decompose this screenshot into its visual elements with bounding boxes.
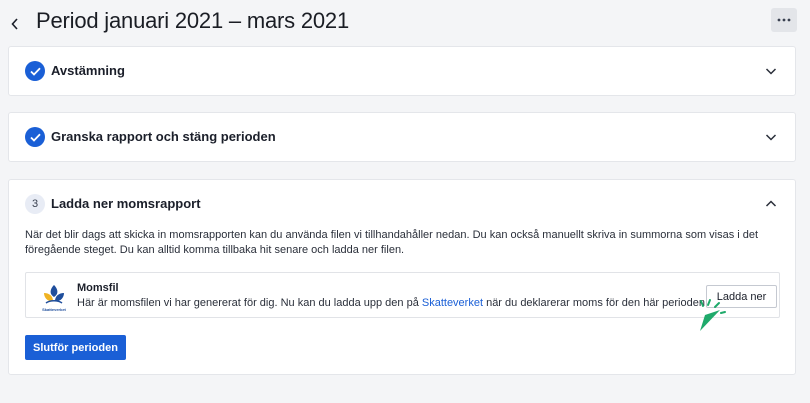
- chevron-up-icon[interactable]: [765, 199, 777, 209]
- chevron-down-icon[interactable]: [765, 132, 777, 142]
- step-header-avstamning[interactable]: Avstämning: [9, 47, 795, 95]
- page-title: Period januari 2021 – mars 2021: [36, 8, 350, 33]
- check-icon: [25, 61, 45, 81]
- file-row: Skatteverket Momsfil Här är momsfilen vi…: [25, 272, 780, 331]
- more-horizontal-icon: [777, 18, 791, 22]
- back-button[interactable]: [8, 14, 22, 34]
- file-description-end: när du deklarerar moms för den här perio…: [483, 297, 709, 309]
- step-header-granska[interactable]: Granska rapport och stäng perioden: [9, 113, 795, 161]
- step-number-badge: 3: [25, 194, 45, 214]
- download-button[interactable]: Ladda ner: [706, 285, 777, 308]
- page-header: Period januari 2021 – mars 2021: [0, 0, 810, 46]
- more-options-button[interactable]: [771, 8, 797, 32]
- step-card-granska: Granska rapport och stäng perioden: [8, 112, 796, 162]
- step-title: Granska rapport och stäng perioden: [51, 129, 276, 144]
- step-header-ladda-ner[interactable]: 3 Ladda ner momsrapport: [9, 180, 795, 228]
- skatteverket-logo: [44, 285, 64, 304]
- step-card-ladda-ner: 3 Ladda ner momsrapport När det blir dag…: [8, 179, 796, 375]
- chevron-down-icon[interactable]: [765, 66, 777, 76]
- chevron-left-icon: [11, 18, 18, 30]
- step-description: När det blir dags att skicka in momsrapp…: [25, 229, 759, 256]
- step-title: Ladda ner momsrapport: [51, 196, 201, 211]
- file-description: Här är momsfilen vi har genererat för di…: [77, 297, 708, 309]
- finish-period-button[interactable]: Slutför perioden: [25, 335, 126, 360]
- file-name: Momsfil: [77, 282, 119, 294]
- skatteverket-link[interactable]: Skatteverket: [422, 297, 483, 309]
- check-icon: [25, 127, 45, 147]
- step-card-avstamning: Avstämning: [8, 46, 796, 96]
- file-description-start: Här är momsfilen vi har genererat för di…: [77, 297, 422, 309]
- logo-label: Skatteverket: [42, 307, 66, 312]
- step-title: Avstämning: [51, 63, 125, 78]
